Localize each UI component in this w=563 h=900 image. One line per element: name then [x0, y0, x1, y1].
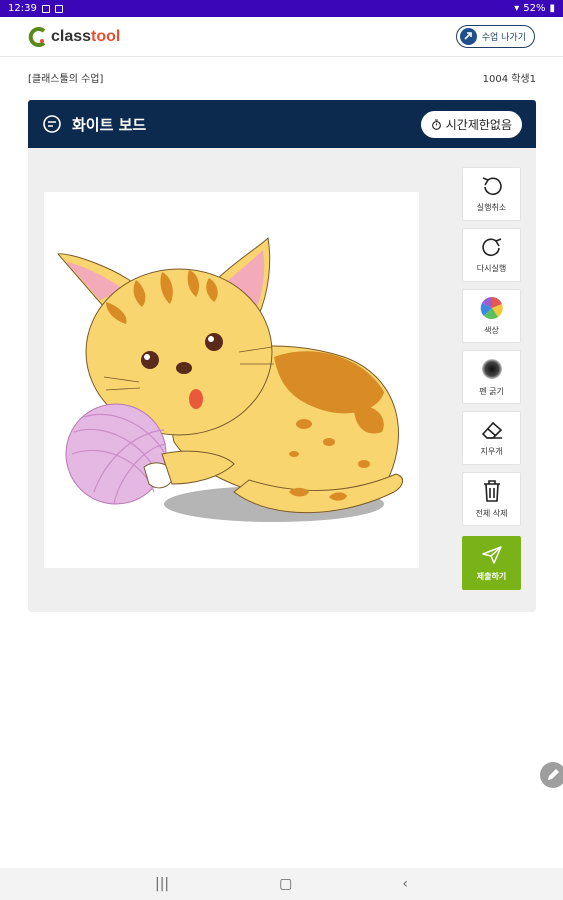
toolbar: 실행취소 다시실행 색상 펜 굵기 지우개 전체 삭제 제출하기 — [462, 167, 521, 590]
exit-class-label: 수업 나가기 — [481, 33, 526, 43]
redo-label: 다시실행 — [476, 264, 507, 273]
pen-thickness-label: 펜 굵기 — [479, 387, 504, 396]
logo-mark-icon — [28, 26, 46, 47]
wifi-icon: ▾ — [514, 3, 520, 14]
floating-edit-button[interactable] — [540, 762, 563, 788]
whiteboard-header: 화이트 보드 시간제한없음 — [28, 100, 536, 148]
submit-button[interactable]: 제출하기 — [462, 536, 521, 590]
whiteboard-title: 화이트 보드 — [72, 115, 147, 134]
redo-icon — [481, 238, 501, 257]
notification-icon — [41, 4, 50, 13]
eraser-label: 지우개 — [480, 447, 503, 456]
battery-icon: ▮ — [549, 3, 555, 14]
battery-text: 52% — [523, 3, 546, 14]
undo-label: 실행취소 — [476, 203, 507, 212]
color-label: 색상 — [484, 326, 499, 335]
eraser-button[interactable]: 지우개 — [462, 411, 521, 465]
exit-arrow-icon — [459, 28, 477, 45]
submit-label: 제출하기 — [476, 571, 507, 581]
pen-thickness-icon — [481, 359, 502, 379]
undo-button[interactable]: 실행취소 — [462, 167, 521, 221]
pencil-icon — [548, 769, 559, 780]
timer-badge: 시간제한없음 — [420, 110, 522, 138]
drawing-canvas[interactable] — [44, 192, 419, 568]
timer-label: 시간제한없음 — [445, 117, 512, 132]
status-time: 12:39 — [8, 3, 37, 14]
logo-text-suffix: tool — [91, 27, 121, 45]
chat-icon — [43, 115, 61, 133]
class-info-row: [클래스툴의 수업] 1004 학생1 — [28, 70, 536, 85]
color-button[interactable]: 색상 — [462, 289, 521, 343]
app-bar: class tool 수업 나가기 — [0, 17, 563, 57]
undo-icon — [482, 177, 502, 196]
status-bar: 12:39 ▾ 52% ▮ — [0, 0, 563, 17]
clear-all-button[interactable]: 전체 삭제 — [462, 472, 521, 526]
redo-button[interactable]: 다시실행 — [462, 228, 521, 282]
system-navigation-bar: ||| ▢ ‹ — [0, 868, 563, 900]
exit-class-button[interactable]: 수업 나가기 — [455, 25, 535, 48]
class-name: [클래스툴의 수업] — [28, 74, 104, 85]
cat-with-yarn-illustration — [57, 236, 403, 522]
stopwatch-icon — [431, 119, 441, 130]
clear-all-label: 전체 삭제 — [475, 509, 508, 518]
back-icon[interactable]: ‹ — [402, 876, 408, 892]
image-icon — [54, 4, 63, 13]
color-palette-icon — [480, 296, 503, 320]
student-name: 1004 학생1 — [482, 74, 536, 85]
whiteboard-panel: 화이트 보드 시간제한없음 실행취소 다시실행 색상 펜 굵기 지우개 전체 삭… — [28, 100, 536, 612]
send-icon — [481, 545, 502, 564]
classtool-logo: class tool — [28, 26, 121, 47]
recent-apps-icon[interactable]: ||| — [155, 876, 169, 892]
pen-thickness-button[interactable]: 펜 굵기 — [462, 350, 521, 404]
home-icon[interactable]: ▢ — [279, 876, 292, 892]
trash-icon — [483, 480, 500, 502]
eraser-icon — [481, 421, 502, 439]
logo-text-prefix: class — [51, 27, 92, 45]
